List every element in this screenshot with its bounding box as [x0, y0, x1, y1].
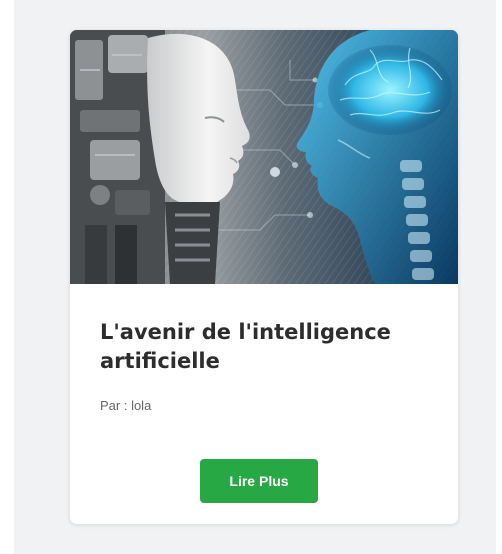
article-author: Par : lola [100, 398, 152, 413]
article-image[interactable] [70, 30, 458, 284]
article-card: L'avenir de l'intelligence artificielle … [70, 30, 458, 524]
ai-robot-brain-illustration [70, 30, 458, 284]
article-title: L'avenir de l'intelligence artificielle [100, 320, 391, 373]
read-more-button[interactable]: Lire Plus [200, 459, 318, 503]
content-panel: L'avenir de l'intelligence artificielle … [14, 0, 496, 554]
